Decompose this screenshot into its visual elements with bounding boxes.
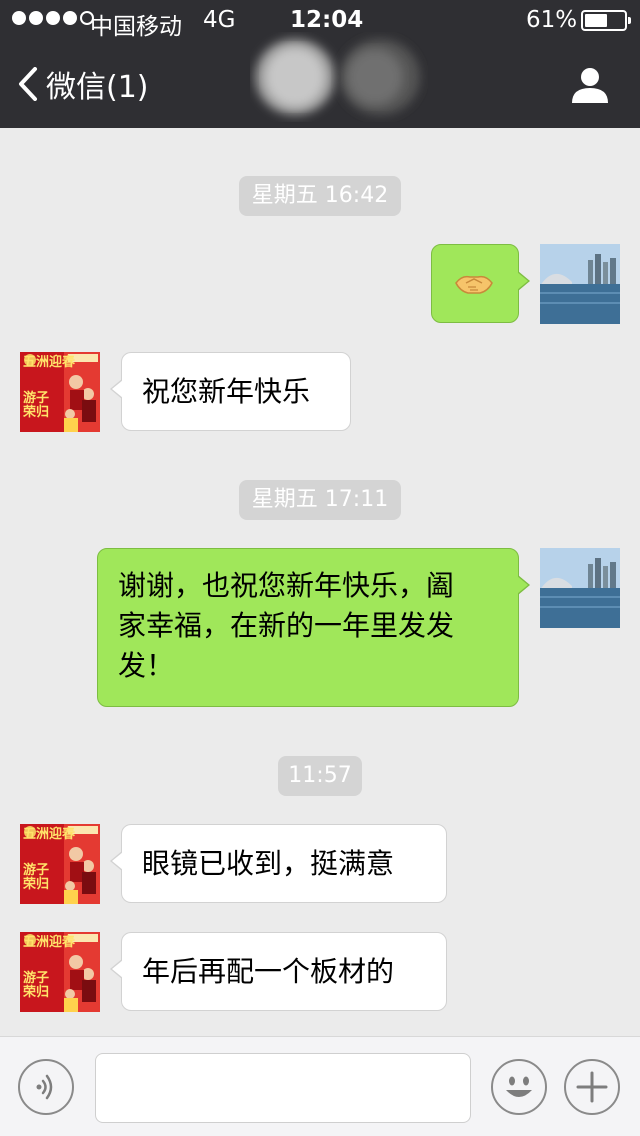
plus-icon — [576, 1071, 608, 1103]
message-bubble-received[interactable]: 年后再配一个板材的 — [110, 932, 447, 1011]
message-input-bar — [0, 1036, 640, 1136]
self-avatar[interactable] — [540, 244, 620, 324]
message-bubble-sent[interactable]: 谢谢，也祝您新年快乐，阖 家幸福，在新的一年里发发 发！ — [97, 548, 530, 707]
message-text-line: 谢谢，也祝您新年快乐，阖 — [118, 569, 455, 602]
message-bubble-received[interactable]: 眼镜已收到，挺满意 — [110, 824, 447, 903]
back-label: 微信(1) — [46, 70, 149, 105]
emoji-button[interactable] — [491, 1059, 547, 1115]
voice-button[interactable] — [18, 1059, 74, 1115]
person-icon[interactable] — [570, 66, 610, 104]
top-bar: 中国移动 4G 12:04 61% 微信(1) — [0, 0, 640, 128]
emoji-icon — [506, 1076, 532, 1097]
message-bubble-sent[interactable] — [431, 244, 530, 323]
message-text: 年后再配一个板材的 — [142, 955, 395, 988]
poster-text-line1: 五洲迎春 — [23, 827, 76, 842]
handshake-emoji-icon — [455, 275, 493, 294]
more-button[interactable] — [564, 1059, 620, 1115]
poster-text-line2: 游子荣归 — [23, 391, 50, 420]
battery-icon — [581, 10, 631, 31]
timestamp: 星期五 16:42 — [239, 176, 401, 216]
signal-strength-icon — [12, 11, 94, 25]
contact-avatar[interactable]: 五洲迎春 游子荣归 — [20, 932, 100, 1012]
timestamp: 星期五 17:11 — [239, 480, 401, 520]
poster-text-line1: 五洲迎春 — [23, 935, 76, 950]
poster-text-line2: 游子荣归 — [23, 863, 50, 892]
message-text-input[interactable] — [95, 1053, 471, 1123]
self-avatar[interactable] — [540, 548, 620, 628]
message-text-line: 发！ — [118, 649, 175, 682]
network-type: 4G — [203, 7, 236, 33]
contact-avatar[interactable]: 五洲迎春 游子荣归 — [20, 352, 100, 432]
back-button[interactable]: 微信(1) — [18, 62, 149, 106]
message-text: 眼镜已收到，挺满意 — [142, 847, 395, 880]
timestamp: 11:57 — [278, 756, 362, 796]
battery-percent: 61% — [526, 7, 578, 33]
poster-text-line2: 游子荣归 — [23, 971, 50, 1000]
obscured-chat-title — [255, 39, 420, 115]
voice-icon — [36, 1074, 53, 1100]
message-text-line: 家幸福，在新的一年里发发 — [118, 609, 455, 642]
status-time: 12:04 — [290, 7, 364, 33]
chevron-left-icon — [19, 67, 37, 101]
carrier-name: 中国移动 — [90, 14, 182, 40]
message-bubble-received[interactable]: 祝您新年快乐 — [110, 352, 351, 431]
contact-avatar[interactable]: 五洲迎春 游子荣归 — [20, 824, 100, 904]
poster-text-line1: 五洲迎春 — [23, 355, 76, 370]
message-text: 祝您新年快乐 — [142, 375, 311, 408]
